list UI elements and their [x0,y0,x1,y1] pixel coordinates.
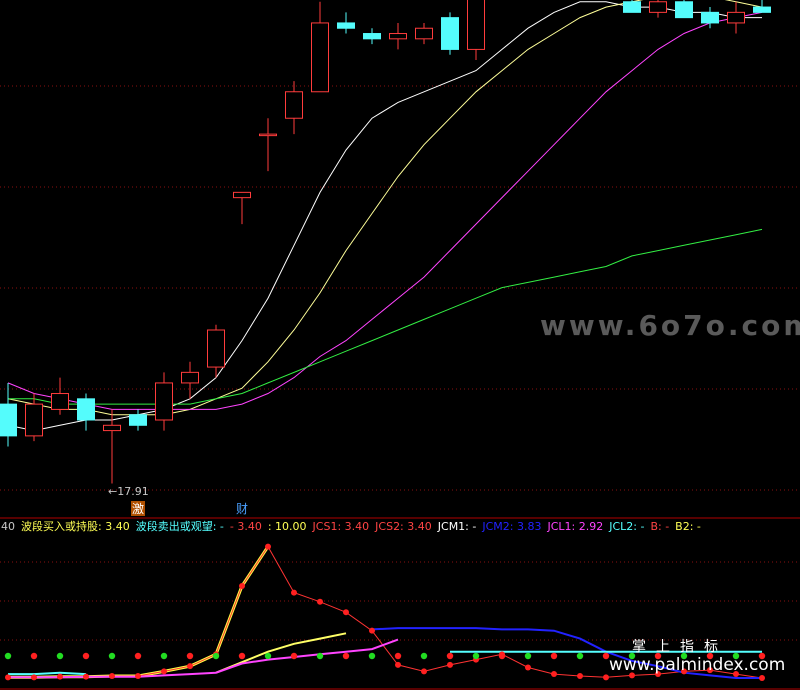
jcs2-point [343,609,349,616]
jcs2-point [83,673,89,680]
indicator-label-11: JCL2: - [608,520,644,533]
moving-average-lines [7,0,763,432]
jcs2-point [135,673,141,680]
baseline-dot [290,652,298,660]
candle-body [259,133,277,137]
jcs2-point [447,661,453,668]
jcs2-point [31,674,37,681]
candle-body [129,414,147,426]
panel-markers: 激财 [131,501,248,516]
indicator-label-4: - 3.40 [230,520,262,533]
baseline-dot [420,652,428,660]
jcs2-point [421,668,427,675]
candle-body [389,33,407,40]
candle-body [337,22,355,29]
baseline-dot [524,652,532,660]
baseline-dot [238,652,246,660]
indicator-label-10: JCL1: 2.92 [546,520,603,533]
ma-line-3 [7,11,763,410]
baseline-dot [30,652,38,660]
baseline-dot [576,652,584,660]
candle-body [233,191,251,199]
baseline-dot [472,652,480,660]
baseline-dot [134,652,142,660]
candle-body [77,398,95,421]
indicator-label-3: 波段卖出或观望: - [136,519,224,533]
jcs2-point [57,673,63,680]
ma-line-2 [7,0,763,416]
candle-body [753,6,771,13]
jcs2-point [239,583,245,589]
baseline-dot [82,652,90,660]
baseline-dot [108,652,116,660]
candle-body [701,11,719,24]
jcs2-point [161,668,167,675]
jcs2-point [525,664,531,671]
low-price-marker: ←17.91 [108,485,149,498]
jcs2-point [187,663,193,670]
candle-body [311,22,329,93]
watermark-palmindex: www.palmindex.com [609,655,785,675]
jcs2-point [759,675,765,681]
jcs2-point [265,543,271,550]
candle-body [415,27,433,40]
baseline-dot [368,652,376,660]
candle-body [363,33,381,40]
indicator-label-12: B: - [650,520,669,533]
candle-body [623,1,641,13]
candle-body [649,1,667,13]
candle-body [285,91,303,119]
jcs2-point [5,674,11,681]
indicator-label-9: JCM2: 3.83 [481,520,541,533]
baseline-dot [264,652,272,660]
indicator-label-7: JCS2: 3.40 [374,520,432,533]
candle-body [103,424,121,432]
indicator-label-8: JCM1: - [437,520,477,533]
baseline-dot [160,652,168,660]
candle-body [0,403,17,437]
candle-body [25,403,43,437]
baseline-dot [4,652,12,660]
candle-body [675,1,693,19]
panel-marker-2: 财 [236,502,248,516]
baseline-dot [56,652,64,660]
jcs2-point [317,598,323,605]
stock-chart: www.6o7o.com ←17.91 激财 40 波段买入或持股: 3.40 波段… [0,0,800,690]
watermark-6o7o: www.6o7o.com [540,309,800,342]
jcs2-point [603,674,609,681]
jcs2-point [369,627,375,634]
candle-body [467,0,485,50]
baseline-dot [446,652,454,660]
candle-body [51,393,69,410]
baseline-dot [342,652,350,660]
jcs2-point [551,671,557,678]
candlesticks [0,0,771,484]
baseline-dot [394,652,402,660]
ma-line-1 [7,1,762,432]
jcs2-point [577,673,583,680]
panel-marker-1: 激 [132,502,144,516]
baseline-dot [186,652,194,660]
line-jcl1 [8,638,399,679]
candle-body [727,11,745,24]
jcs2-point [109,673,115,680]
indicator-label-13: B2: - [675,520,701,533]
candle-body [441,17,459,50]
jcs2-point [291,589,297,596]
candle-body [181,371,199,384]
watermark-palmindex-cn: 掌上指标 [632,639,728,655]
baseline-dot [498,652,506,660]
indicator-label-1: 40 [1,520,15,533]
line-jcl2 [8,671,87,676]
baseline-dot [316,652,324,660]
baseline-dot [550,652,558,660]
indicator-label-5: : 10.00 [268,520,307,533]
baseline-dot [212,652,220,660]
indicator-label-6: JCS1: 3.40 [312,520,370,533]
indicator-values-bar: 40 波段买入或持股: 3.40 波段卖出或观望: - - 3.40 : 10.00 JC… [1,519,701,533]
candle-body [155,382,173,421]
candle-body [207,329,225,368]
jcs2-point [395,661,401,668]
indicator-label-2: 波段买入或持股: 3.40 [21,519,130,533]
